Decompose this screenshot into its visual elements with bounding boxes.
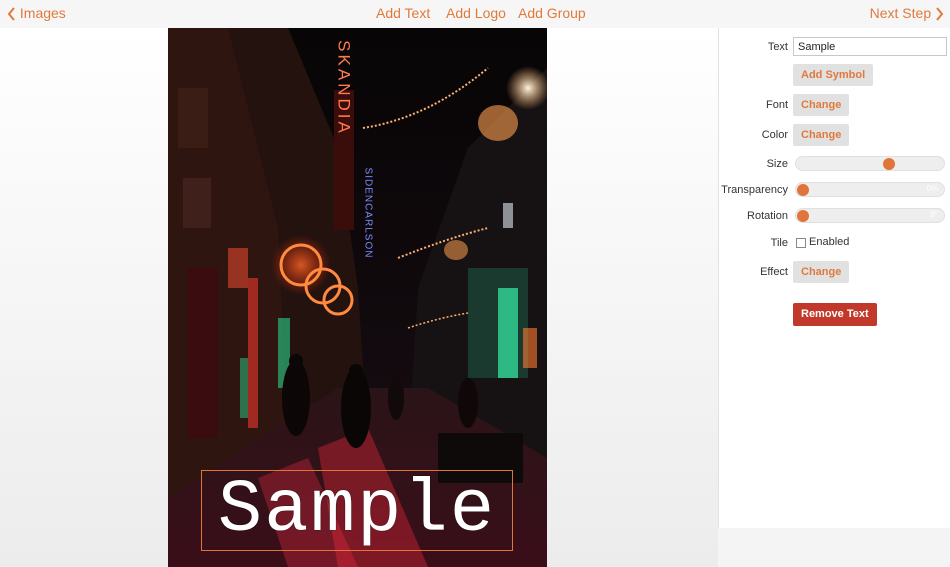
left-background — [0, 28, 168, 567]
back-label: Images — [19, 5, 66, 21]
color-label: Color — [761, 129, 788, 141]
rotation-slider[interactable]: 0° — [795, 208, 945, 223]
transparency-label: Transparency — [721, 184, 788, 196]
sidencarlson-sign: SIDENCARLSON — [363, 168, 374, 259]
size-label: Size — [766, 158, 788, 170]
tile-label: Tile — [770, 237, 788, 249]
transparency-slider-thumb[interactable] — [797, 184, 809, 196]
size-slider-thumb[interactable] — [882, 158, 895, 170]
effect-label: Effect — [760, 266, 788, 278]
overlay-text: Sample — [217, 468, 497, 553]
color-change-button[interactable]: Change — [793, 124, 850, 146]
add-group-link[interactable]: Add Group — [518, 5, 586, 21]
tile-enabled-checkbox[interactable] — [796, 238, 806, 248]
middle-background — [547, 28, 718, 567]
back-to-images-link[interactable]: Images — [7, 5, 66, 21]
size-slider[interactable] — [795, 156, 945, 171]
tile-enabled-label: Enabled — [809, 236, 850, 248]
transparency-slider[interactable]: 0% — [795, 182, 945, 197]
add-text-link[interactable]: Add Text — [376, 5, 430, 21]
skandia-sign: SKANDIA — [335, 40, 354, 136]
chevron-left-icon — [7, 7, 15, 21]
font-change-button[interactable]: Change — [793, 94, 850, 116]
photo-canvas[interactable]: SKANDIA SIDENCARLSON Sample — [168, 28, 547, 567]
text-label: Text — [767, 41, 788, 53]
remove-text-button[interactable]: Remove Text — [793, 303, 877, 326]
next-step-label: Next Step — [869, 5, 932, 21]
chevron-right-icon — [936, 7, 944, 21]
transparency-value: 0% — [926, 184, 938, 193]
rotation-label: Rotation — [747, 210, 788, 222]
text-overlay-box[interactable]: Sample — [201, 468, 513, 553]
rotation-value: 0° — [930, 210, 938, 219]
top-nav: Images Add Text Add Logo Add Group Next … — [0, 0, 950, 28]
text-settings-panel: Text Add Symbol Font Change Color Change… — [718, 28, 950, 528]
add-symbol-button[interactable]: Add Symbol — [793, 64, 874, 86]
effect-change-button[interactable]: Change — [793, 261, 850, 283]
text-input[interactable] — [793, 37, 947, 56]
next-step-link[interactable]: Next Step — [870, 5, 944, 21]
add-logo-link[interactable]: Add Logo — [446, 5, 506, 21]
rotation-slider-thumb[interactable] — [797, 210, 809, 222]
font-label: Font — [765, 99, 788, 111]
